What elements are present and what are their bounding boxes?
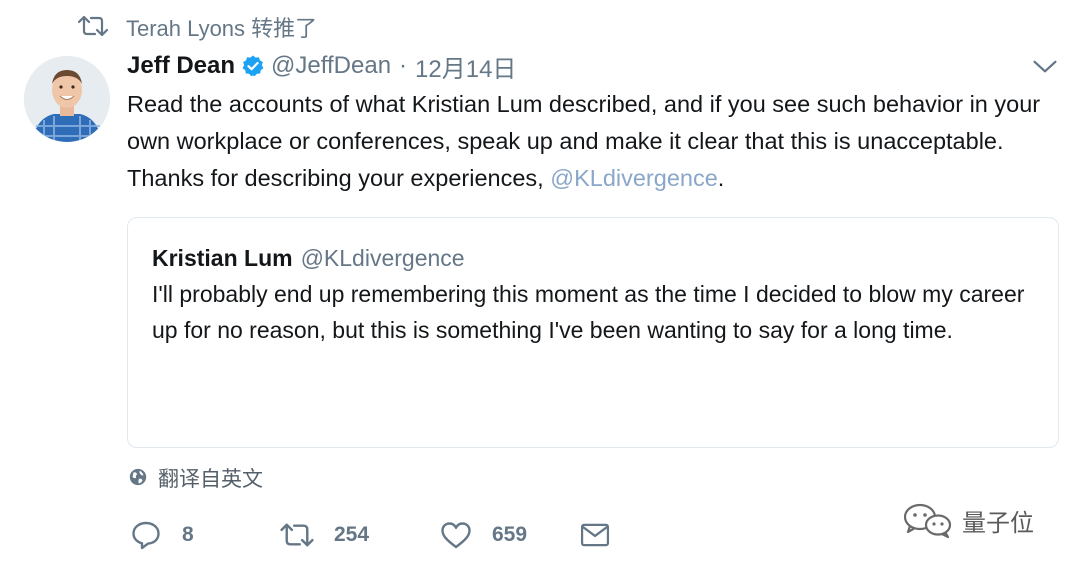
author-name[interactable]: Jeff Dean — [127, 52, 235, 80]
reply-icon — [130, 519, 162, 551]
tweet-text: Read the accounts of what Kristian Lum d… — [127, 86, 1067, 197]
separator-dot: · — [399, 52, 408, 79]
like-count: 659 — [492, 523, 528, 546]
quoted-tweet[interactable]: Kristian Lum @KLdivergence I'll probably… — [127, 217, 1059, 448]
reply-count: 8 — [182, 523, 194, 546]
retweet-icon — [78, 14, 112, 40]
verified-badge-icon — [241, 54, 265, 78]
watermark-text: 量子位 — [962, 509, 1034, 537]
mention-link[interactable]: @KLdivergence — [550, 165, 718, 191]
avatar[interactable] — [24, 56, 110, 142]
translate-label: 翻译自英文 — [158, 468, 263, 491]
wechat-icon — [900, 500, 956, 540]
reply-button[interactable]: 8 — [130, 519, 280, 551]
retweet-count: 254 — [334, 523, 370, 546]
tweet-actions: 8 254 659 — [130, 512, 620, 558]
tweet-header: Jeff Dean @JeffDean · 12月14日 — [127, 48, 516, 84]
tweet-timestamp[interactable]: 12月14日 — [415, 49, 516, 84]
tweet-body-end: . — [717, 165, 725, 191]
quoted-author-name: Kristian Lum — [152, 244, 293, 271]
like-button[interactable]: 659 — [440, 520, 580, 550]
chevron-down-icon[interactable] — [1030, 54, 1060, 80]
retweeter-text[interactable]: Terah Lyons 转推了 — [126, 11, 317, 43]
author-handle[interactable]: @JeffDean — [271, 52, 391, 80]
retweet-button[interactable]: 254 — [280, 521, 440, 549]
retweet-icon — [280, 521, 314, 549]
quoted-tweet-text: I'll probably end up remembering this mo… — [152, 281, 1025, 343]
watermark: 量子位 — [900, 498, 1034, 542]
heart-icon — [440, 520, 472, 550]
direct-message-button[interactable] — [580, 523, 620, 547]
globe-icon — [128, 467, 150, 489]
quoted-tweet-header: Kristian Lum @KLdivergence — [152, 240, 1034, 276]
envelope-icon — [580, 523, 610, 547]
translate-link[interactable]: 翻译自英文 — [128, 462, 263, 494]
retweet-context: Terah Lyons 转推了 — [78, 10, 317, 44]
quoted-author-handle: @KLdivergence — [300, 244, 465, 271]
